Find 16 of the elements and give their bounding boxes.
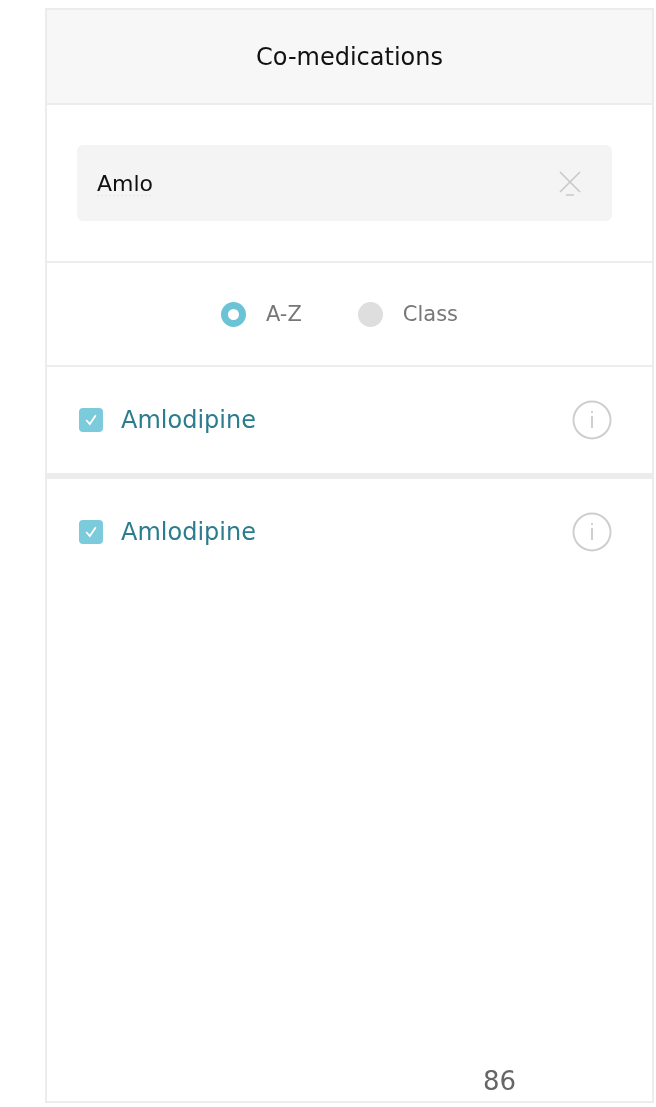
radio-button[interactable]	[357, 301, 383, 327]
page-number: 86	[483, 1066, 517, 1096]
check-icon	[83, 412, 99, 428]
checkbox[interactable]	[79, 520, 103, 544]
medication-name[interactable]: Amlodipine	[121, 406, 572, 434]
clear-icon[interactable]	[558, 170, 582, 196]
checkbox[interactable]	[79, 408, 103, 432]
info-icon[interactable]	[572, 512, 612, 552]
check-icon	[83, 524, 99, 540]
info-icon[interactable]	[572, 400, 612, 440]
search-field[interactable]: Amlo	[77, 145, 612, 221]
radio-label[interactable]: A-Z	[265, 302, 302, 326]
radio-label[interactable]: Class	[402, 302, 459, 326]
screen-title: Co-medications	[256, 42, 443, 71]
radio-button[interactable]	[220, 301, 246, 327]
medication-name[interactable]: Amlodipine	[121, 518, 572, 546]
